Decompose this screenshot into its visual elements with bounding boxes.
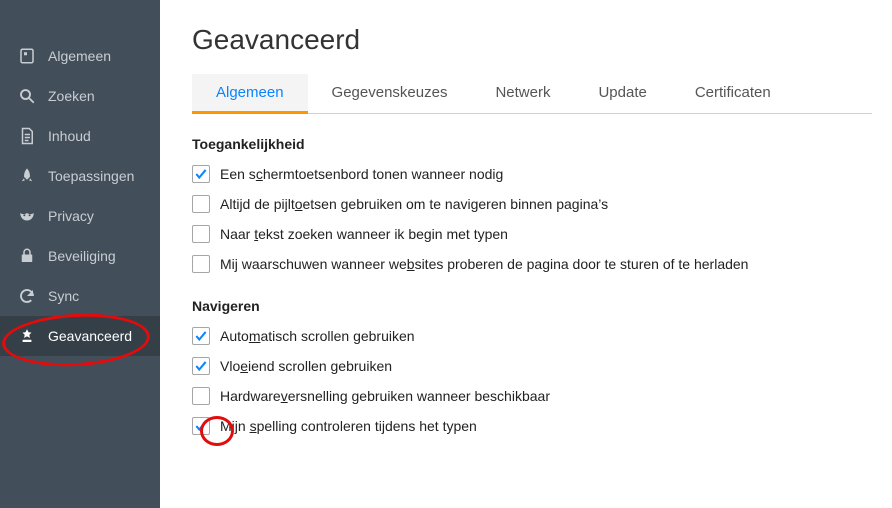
sidebar-item-geavanceerd[interactable]: Geavanceerd [0, 316, 160, 356]
checkbox-label: Altijd de pijltoetsen gebruiken om te na… [220, 196, 608, 212]
checkbox[interactable] [192, 387, 210, 405]
sidebar-item-label: Geavanceerd [48, 328, 132, 344]
mask-icon [16, 207, 38, 225]
checkbox-label: Vloeiend scrollen gebruiken [220, 358, 392, 374]
checkbox-label: Een schermtoetsenbord tonen wanneer nodi… [220, 166, 503, 182]
page-title: Geavanceerd [192, 24, 872, 56]
tab-bar: AlgemeenGegevenskeuzesNetwerkUpdateCerti… [192, 74, 872, 114]
sidebar-item-label: Privacy [48, 208, 94, 224]
section-browsing-title: Navigeren [192, 298, 872, 314]
check-row: Vloeiend scrollen gebruiken [192, 352, 872, 380]
check-row: Naar tekst zoeken wanneer ik begin met t… [192, 220, 872, 248]
section-accessibility: Toegankelijkheid Een schermtoetsenbord t… [192, 136, 872, 278]
sidebar-item-label: Zoeken [48, 88, 95, 104]
main-panel: Geavanceerd AlgemeenGegevenskeuzesNetwer… [160, 0, 892, 508]
search-icon [16, 87, 38, 105]
sidebar-item-zoeken[interactable]: Zoeken [0, 76, 160, 116]
tab-netwerk[interactable]: Netwerk [471, 74, 574, 113]
checkbox[interactable] [192, 417, 210, 435]
checkbox-label: Hardwareversnelling gebruiken wanneer be… [220, 388, 550, 404]
document-icon [16, 127, 38, 145]
checkbox[interactable] [192, 195, 210, 213]
lock-icon [16, 247, 38, 265]
sidebar-item-toepassingen[interactable]: Toepassingen [0, 156, 160, 196]
tab-certificaten[interactable]: Certificaten [671, 74, 795, 113]
sidebar: Algemeen Zoeken Inhoud Toepassingen Privacy B… [0, 0, 160, 508]
check-row: Mij waarschuwen wanneer websites probere… [192, 250, 872, 278]
tab-algemeen[interactable]: Algemeen [192, 74, 308, 114]
checkbox[interactable] [192, 165, 210, 183]
tab-gegevenskeuzes[interactable]: Gegevenskeuzes [308, 74, 472, 113]
check-row: Een schermtoetsenbord tonen wanneer nodi… [192, 160, 872, 188]
sidebar-item-algemeen[interactable]: Algemeen [0, 36, 160, 76]
sidebar-item-label: Algemeen [48, 48, 111, 64]
rocket-icon [16, 167, 38, 185]
sidebar-item-beveiliging[interactable]: Beveiliging [0, 236, 160, 276]
tab-update[interactable]: Update [574, 74, 670, 113]
check-row: Altijd de pijltoetsen gebruiken om te na… [192, 190, 872, 218]
sidebar-item-label: Toepassingen [48, 168, 134, 184]
sidebar-item-sync[interactable]: Sync [0, 276, 160, 316]
check-row: Automatisch scrollen gebruiken [192, 322, 872, 350]
checkbox[interactable] [192, 255, 210, 273]
checkbox-label: Mij waarschuwen wanneer websites probere… [220, 256, 748, 272]
checkbox[interactable] [192, 225, 210, 243]
sidebar-item-label: Beveiliging [48, 248, 116, 264]
checkbox-label: Mijn spelling controleren tijdens het ty… [220, 418, 477, 434]
sidebar-item-privacy[interactable]: Privacy [0, 196, 160, 236]
advanced-icon [16, 327, 38, 345]
sidebar-item-label: Inhoud [48, 128, 91, 144]
check-row: Mijn spelling controleren tijdens het ty… [192, 412, 872, 440]
checkbox[interactable] [192, 357, 210, 375]
checkbox-label: Naar tekst zoeken wanneer ik begin met t… [220, 226, 508, 242]
sidebar-item-inhoud[interactable]: Inhoud [0, 116, 160, 156]
sync-icon [16, 287, 38, 305]
sidebar-item-label: Sync [48, 288, 79, 304]
prefs-icon [16, 47, 38, 65]
checkbox[interactable] [192, 327, 210, 345]
check-row: Hardwareversnelling gebruiken wanneer be… [192, 382, 872, 410]
checkbox-label: Automatisch scrollen gebruiken [220, 328, 415, 344]
section-browsing: Navigeren Automatisch scrollen gebruiken… [192, 298, 872, 440]
section-accessibility-title: Toegankelijkheid [192, 136, 872, 152]
